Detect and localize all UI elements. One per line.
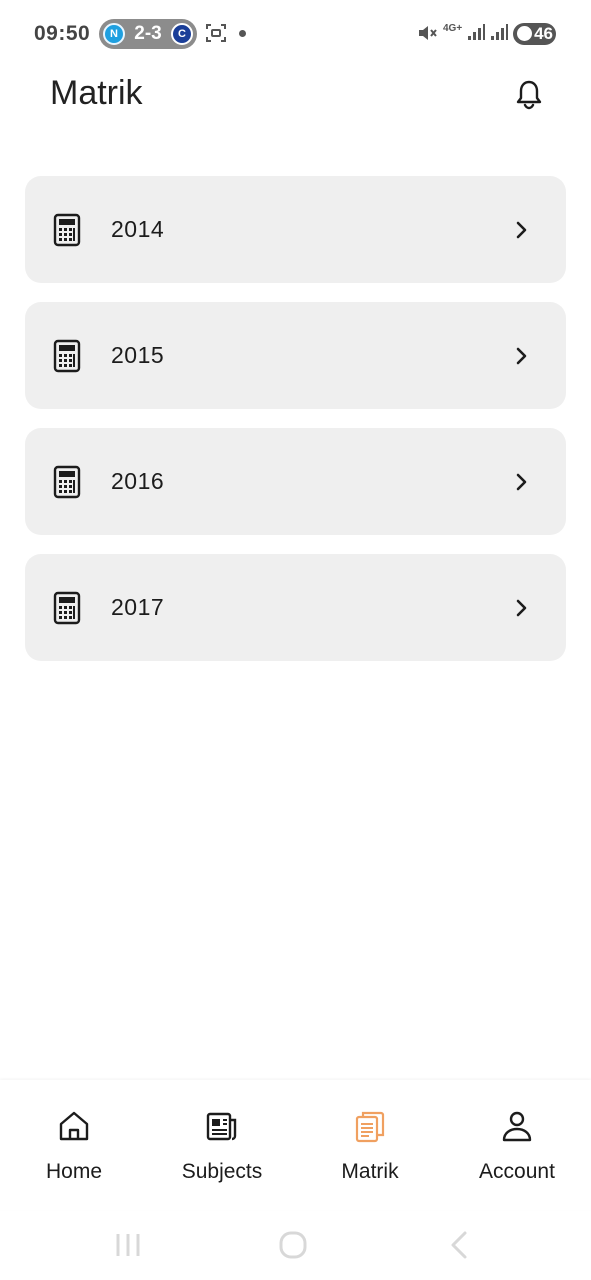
signal-icon	[468, 24, 485, 40]
battery-saver-icon	[517, 26, 532, 41]
calculator-icon	[53, 591, 81, 625]
year-label: 2014	[111, 216, 165, 242]
year-card-2016[interactable]: 2016	[25, 428, 566, 535]
year-card-2014[interactable]: 2014	[25, 176, 566, 283]
nav-subjects[interactable]: Subjects	[148, 1080, 296, 1210]
signal-2-icon	[491, 24, 508, 40]
calculator-icon	[53, 339, 81, 373]
clipboard-icon	[355, 1111, 385, 1143]
team-b-badge: C	[171, 23, 193, 45]
home-icon	[59, 1111, 89, 1141]
status-time: 09:50	[34, 22, 91, 45]
chevron-right-icon	[516, 599, 527, 617]
year-label: 2016	[111, 468, 165, 494]
page-title: Matrik	[50, 74, 143, 112]
app-header: Matrik	[0, 66, 591, 136]
mute-icon	[419, 26, 437, 40]
nav-matrik[interactable]: Matrik	[296, 1080, 444, 1210]
nav-account-label: Account	[479, 1160, 555, 1183]
screenshot-icon	[206, 24, 226, 42]
nav-home-label: Home	[45, 1160, 103, 1183]
calculator-icon	[53, 465, 81, 499]
chevron-right-icon	[516, 221, 527, 239]
team-a-badge: N	[103, 23, 125, 45]
score-text: 2-3	[134, 23, 162, 44]
nav-home[interactable]: Home	[0, 1080, 148, 1210]
user-icon	[502, 1111, 532, 1142]
newspaper-icon	[206, 1112, 237, 1141]
network-type: 4G+	[443, 23, 463, 34]
battery-indicator: 46	[513, 23, 556, 45]
chevron-right-icon	[516, 473, 527, 491]
recent-apps-icon[interactable]	[114, 1232, 142, 1258]
notification-dot	[239, 30, 246, 37]
system-navigation-bar	[0, 1210, 591, 1280]
calculator-icon	[53, 213, 81, 247]
live-score-pill[interactable]: N 2-3 C	[99, 19, 197, 49]
status-bar: 09:50 N 2-3 C 4G+ 46	[0, 0, 591, 66]
nav-subjects-label: Subjects	[181, 1160, 263, 1183]
bottom-navigation: Home Subjects Matrik Account	[0, 1080, 591, 1210]
year-list: 2014 2015 2016 2017	[25, 176, 566, 680]
year-card-2017[interactable]: 2017	[25, 554, 566, 661]
year-card-2015[interactable]: 2015	[25, 302, 566, 409]
back-icon[interactable]	[448, 1230, 470, 1260]
year-label: 2015	[111, 342, 165, 368]
nav-account[interactable]: Account	[443, 1080, 591, 1210]
home-button-icon[interactable]	[278, 1230, 308, 1260]
nav-matrik-label: Matrik	[341, 1160, 399, 1183]
battery-level: 46	[534, 24, 553, 43]
year-label: 2017	[111, 594, 165, 620]
bell-icon[interactable]	[511, 77, 547, 113]
chevron-right-icon	[516, 347, 527, 365]
